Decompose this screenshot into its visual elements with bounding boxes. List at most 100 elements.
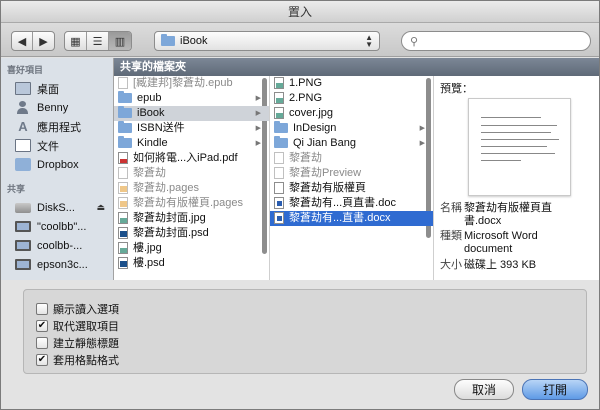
file-row[interactable]: 黎蒼劫封面.jpg [114,211,269,226]
img-file-icon [274,107,284,120]
folder-row[interactable]: Qi Jian Bang ▶ [270,136,433,151]
file-row[interactable]: 黎蒼劫有...直書.docx [270,211,433,226]
img-file-icon [274,77,284,90]
pages-file-icon [118,182,128,195]
disclosure-arrow-icon: ▶ [255,125,261,132]
file-label: Qi Jian Bang [293,137,356,149]
folder-icon [118,106,132,119]
folder-row[interactable]: InDesign ▶ [270,121,433,136]
img-file-icon [274,92,284,105]
option-label: 顯示讀入選項 [53,304,119,316]
meta-value: 磁碟上 393 KB [464,259,537,271]
file-label: 黎蒼劫封面.psd [133,227,209,239]
disk-icon [15,202,31,213]
file-row[interactable]: 黎蒼劫有...頁直書.doc [270,196,433,211]
file-row[interactable]: 黎蒼劫Preview [270,166,433,181]
file-row[interactable]: 2.PNG [270,91,433,106]
folder-row[interactable]: ISBN送件 ▶ [114,121,269,136]
file-label: 黎蒼劫有...頁直書.doc [289,197,396,209]
checkbox[interactable]: ✔ [36,320,48,332]
file-label: 黎蒼劫有版權頁 [289,182,366,194]
options-panel: 顯示讀入選項 ✔ 取代選取項目 建立靜態標題 ✔ 套用格點格式 [23,289,587,374]
file-label: iBook [137,107,165,119]
file-label: 黎蒼劫封面.jpg [133,212,206,224]
folder-icon [118,121,132,134]
document-file-icon [274,167,284,180]
disclosure-arrow-icon: ▶ [255,140,261,147]
file-label: epub [137,92,162,104]
sidebar-item-desktop[interactable]: 桌面 [1,79,113,98]
file-row[interactable]: 黎蒼劫.pages [114,181,269,196]
sidebar-item-documents[interactable]: 文件 [1,136,113,155]
cancel-button[interactable]: 取消 [454,379,514,400]
folder-row[interactable]: iBook ▶ [114,106,269,121]
back-arrow-icon[interactable]: ◀ [12,32,34,50]
option-label: 套用格點格式 [53,355,119,367]
preview-name: 名稱 黎蒼劫有版權頁直書.docx [440,202,590,228]
folder-row[interactable]: Kindle ▶ [114,136,269,151]
file-label: 黎蒼劫有...直書.docx [289,212,391,224]
file-label: 黎蒼劫 [289,152,322,164]
file-label: 黎蒼劫 [133,167,166,179]
option-replace-selection[interactable]: ✔ 取代選取項目 [36,319,119,333]
sidebar-item-label: 桌面 [37,83,59,96]
folder-icon [118,91,132,104]
documents-icon [15,139,31,152]
sidebar-item-home[interactable]: Benny [1,98,113,117]
option-show-import[interactable]: 顯示讀入選項 [36,302,119,316]
meta-key: 名稱 [440,202,462,214]
file-row[interactable]: 黎蒼劫封面.psd [114,226,269,241]
checkbox[interactable]: ✔ [36,354,48,366]
option-static-caption[interactable]: 建立靜態標題 [36,336,119,350]
sidebar-item-label: "coolbb"... [37,220,87,233]
checkbox[interactable] [36,337,48,349]
file-row[interactable]: 樓.jpg [114,241,269,256]
eject-icon[interactable]: ⏏ [96,202,105,213]
pdf-file-icon [118,152,128,165]
desktop-icon [15,82,31,95]
file-row[interactable]: 黎蒼劫 [270,151,433,166]
file-label: Kindle [137,137,168,149]
forward-arrow-icon[interactable]: ▶ [33,32,54,50]
list-view-icon[interactable]: ☰ [87,32,109,50]
icon-view-icon[interactable]: ▦ [65,32,87,50]
path-header: 共享的檔案夾 [114,58,599,76]
sidebar-item-disk[interactable]: DiskS... ⏏ [1,198,113,217]
folder-row[interactable]: epub ▶ [114,91,269,106]
sidebar-item-label: 文件 [37,140,59,153]
sidebar-header-shared: 共享 [7,184,26,194]
disclosure-arrow-icon: ▶ [255,110,261,117]
meta-value: Microsoft Word document [464,230,538,255]
word-file-icon [274,212,284,225]
computer-icon [15,240,31,251]
file-row[interactable]: 黎蒼劫有版權頁.pages [114,196,269,211]
file-row[interactable]: 樓.psd [114,256,269,271]
column-view-icon[interactable]: ▥ [109,32,131,50]
option-grid-format[interactable]: ✔ 套用格點格式 [36,353,119,367]
search-field[interactable]: ⚲ [401,31,591,51]
file-row[interactable]: 1.PNG [270,76,433,91]
disclosure-arrow-icon: ▶ [419,140,425,147]
sidebar-item-computer[interactable]: epson3c... [1,255,113,274]
file-row[interactable]: 如何將電...入iPad.pdf [114,151,269,166]
location-popup[interactable]: iBook ▲ ▼ [154,31,380,51]
location-label: iBook [180,35,208,47]
search-icon: ⚲ [410,35,419,48]
sidebar-item-dropbox[interactable]: Dropbox [1,155,113,174]
checkbox[interactable] [36,303,48,315]
pages-file-icon [118,197,128,210]
sidebar-item-applications[interactable]: A 應用程式 [1,117,113,136]
sidebar-item-label: Benny [37,101,69,114]
view-switcher: ▦ ☰ ▥ [64,31,132,51]
file-label: 2.PNG [289,92,323,104]
file-row[interactable]: 黎蒼劫有版權頁 [270,181,433,196]
sidebar-item-computer[interactable]: "coolbb"... [1,217,113,236]
sidebar-item-computer[interactable]: coolbb-... [1,236,113,255]
open-button[interactable]: 打開 [522,379,588,400]
file-row[interactable]: 黎蒼劫 [114,166,269,181]
option-label: 建立靜態標題 [53,338,119,350]
preview-label: 預覽： [440,83,473,95]
file-label: 黎蒼劫有版權頁.pages [133,197,244,209]
file-row[interactable]: cover.jpg [270,106,433,121]
file-row[interactable]: [臧建邦]黎蒼劫.epub [114,76,269,91]
